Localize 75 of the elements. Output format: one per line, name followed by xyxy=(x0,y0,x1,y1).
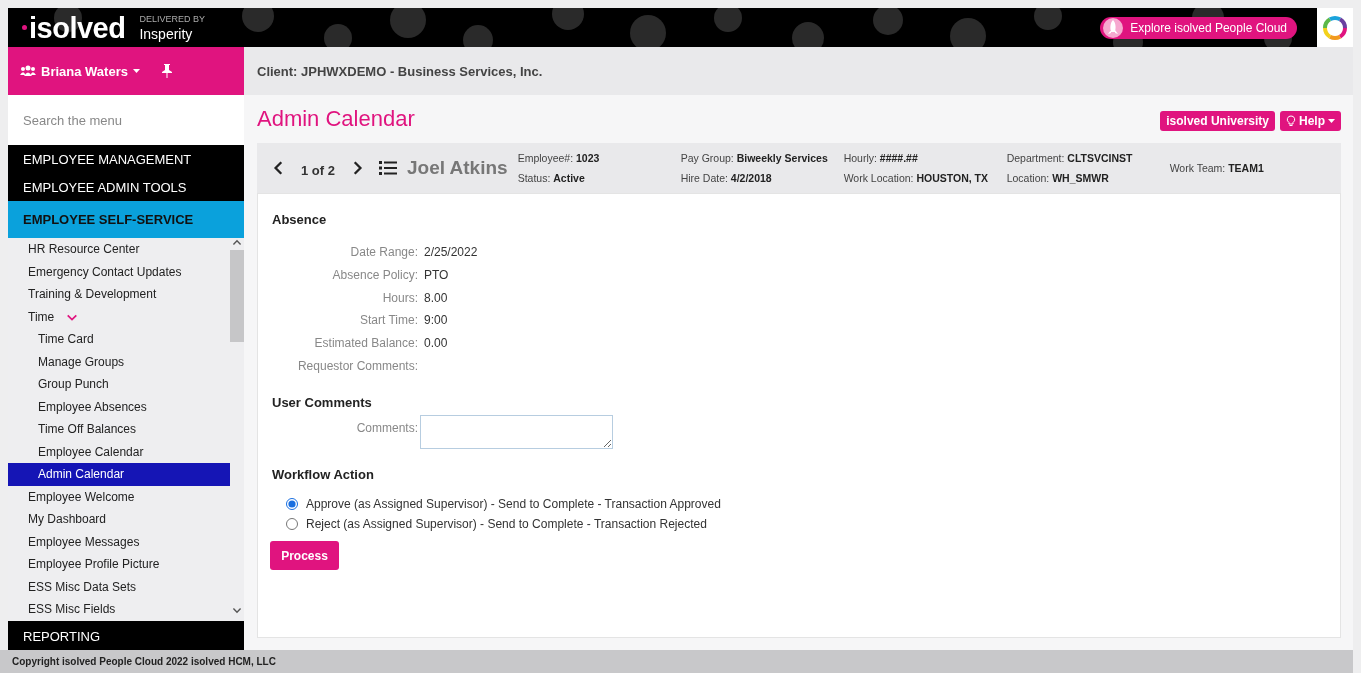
client-name: Client: JPHWXDEMO - Business Services, Inc. xyxy=(244,47,1353,95)
rocket-icon xyxy=(1102,16,1125,39)
section-heading: Workflow Action xyxy=(272,467,375,483)
field-label: Requestor Comments: xyxy=(296,358,419,373)
lightbulb-icon xyxy=(1286,115,1296,127)
menu-item[interactable]: Employee Calendar xyxy=(8,440,230,463)
partner-name: Insperity xyxy=(139,26,194,42)
field-label: Date Range: xyxy=(349,245,419,260)
field-value: PTO xyxy=(424,268,449,283)
menu-item[interactable]: Group Punch xyxy=(8,373,230,396)
scrollbar-thumb[interactable] xyxy=(230,250,244,342)
radio-button[interactable] xyxy=(286,498,298,511)
caret-icon xyxy=(132,68,140,74)
radio-button[interactable] xyxy=(286,518,298,531)
employee-field: Pay Group: Biweekly Services xyxy=(680,152,844,164)
section-heading: Absence xyxy=(272,212,328,227)
menu-section[interactable]: REPORTING xyxy=(8,621,244,651)
employee-field: Department: CLTSVCINST xyxy=(1006,152,1170,164)
comments-field[interactable] xyxy=(420,415,613,450)
field-value: 8.00 xyxy=(424,290,448,305)
field-label: Absence Policy: xyxy=(331,268,419,283)
menu-item[interactable]: Time Off Balances xyxy=(8,418,230,441)
employee-name: Joel Atkins xyxy=(406,157,508,179)
option-label: Approve (as Assigned Supervisor) - Send to Complete - Transaction Approved xyxy=(306,497,721,512)
menu-item[interactable]: ESS Misc Data Sets xyxy=(8,575,230,598)
section-heading: User Comments xyxy=(272,395,373,411)
logo-dot-icon xyxy=(22,25,27,30)
menu-item[interactable]: Training & Development xyxy=(8,283,230,306)
ring-logo-icon xyxy=(1321,13,1349,42)
university-button[interactable]: isolved University xyxy=(1160,111,1275,131)
caret-icon xyxy=(1328,118,1335,124)
help-button[interactable]: Help xyxy=(1280,111,1341,131)
employee-field: Hourly: ####.## xyxy=(843,152,1007,164)
employee-field: Hire Date: 4/2/2018 xyxy=(680,172,844,184)
search-field[interactable]: Search the menu xyxy=(8,95,244,145)
menu-item[interactable]: Admin Calendar xyxy=(8,463,230,486)
menu-item[interactable]: Employee Welcome xyxy=(8,485,230,508)
footer-text: Copyright isolved People Cloud 2022 isolved HCM, LLC xyxy=(0,650,1353,673)
pin-icon[interactable] xyxy=(161,64,172,78)
field-label: Hours: xyxy=(381,290,419,305)
option-label: Reject (as Assigned Supervisor) - Send to Complete - Transaction Rejected xyxy=(306,517,707,532)
menu-item[interactable]: Employee Messages xyxy=(8,530,230,553)
scroll-down-icon xyxy=(232,605,242,615)
menu-item[interactable]: Employee Absences xyxy=(8,395,230,418)
field-label: Comments: xyxy=(355,420,419,436)
field-label: Start Time: xyxy=(359,313,419,328)
page-title: Admin Calendar xyxy=(257,106,415,132)
explore-button[interactable]: Explore isolved People Cloud xyxy=(1100,16,1297,39)
pager-text: 1 of 2 xyxy=(301,162,335,178)
employee-field: Location: WH_SMWR xyxy=(1006,172,1170,184)
menu-item[interactable]: Manage Groups xyxy=(8,350,230,373)
menu-item[interactable]: Employee Profile Picture xyxy=(8,553,230,576)
menu-item[interactable]: HR Resource Center xyxy=(8,238,230,261)
field-label: Estimated Balance: xyxy=(313,336,419,351)
menu-section[interactable]: EMPLOYEE SELF-SERVICE xyxy=(8,201,244,238)
menu-item[interactable]: My Dashboard xyxy=(8,508,230,531)
employee-field: Work Location: HOUSTON, TX xyxy=(843,172,1007,184)
employee-field: Employee#: 1023 xyxy=(517,152,681,164)
menu-item[interactable]: Time xyxy=(28,305,61,328)
field-value: 9:00 xyxy=(424,313,448,328)
field-value: 0.00 xyxy=(424,336,448,351)
tagline: DELIVERED BY xyxy=(139,13,205,26)
employee-field: Status: Active xyxy=(517,172,681,184)
field-value: 2/25/2022 xyxy=(424,245,478,260)
menu-section[interactable]: EMPLOYEE ADMIN TOOLS xyxy=(8,173,244,201)
menu-item[interactable]: Time Card xyxy=(8,328,230,351)
list-icon[interactable] xyxy=(378,160,397,176)
menu-section[interactable]: EMPLOYEE MANAGEMENT xyxy=(8,145,244,173)
users-icon xyxy=(20,65,36,77)
user-menu[interactable]: Briana Waters xyxy=(20,63,140,79)
logo: isolved xyxy=(29,11,126,44)
menu-item[interactable]: ESS Misc Fields xyxy=(8,598,230,621)
employee-field: Work Team: TEAM1 xyxy=(1169,162,1333,174)
process-button[interactable]: Process xyxy=(270,541,339,571)
menu-item[interactable]: Emergency Contact Updates xyxy=(8,260,230,283)
